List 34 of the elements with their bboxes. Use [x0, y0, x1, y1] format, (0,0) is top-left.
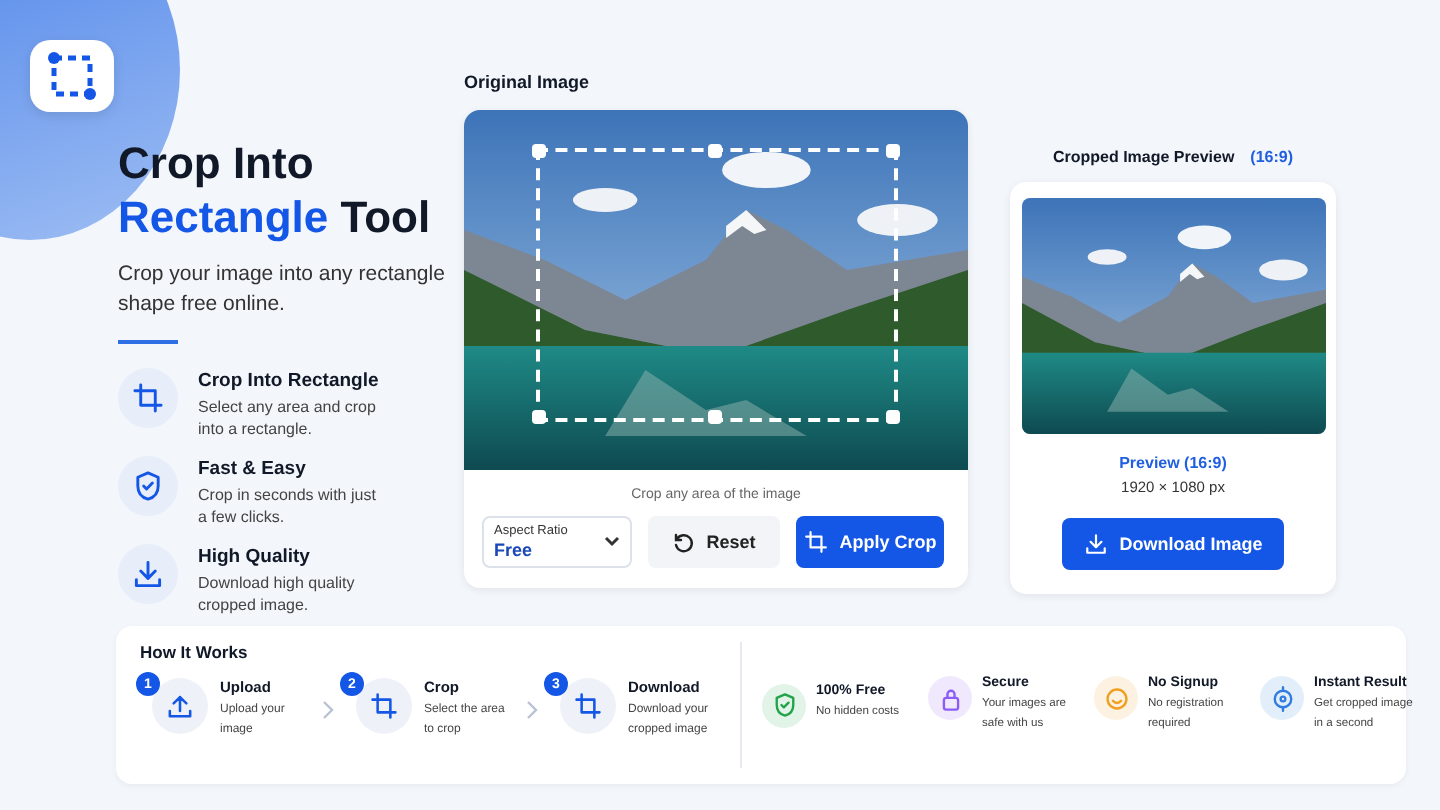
preview-caption: Preview (16:9) [1119, 454, 1227, 472]
smile-icon [1103, 685, 1129, 711]
upload-icon [166, 692, 194, 720]
page-subtitle: Crop your image into any rectangle shape free online. [118, 260, 447, 321]
crop-icon [803, 530, 828, 554]
aspect-ratio-label: (16:9) [1250, 148, 1294, 166]
caret-icon [604, 536, 620, 548]
shield-icon [771, 692, 797, 718]
lock-icon [937, 685, 963, 711]
shield-icon [132, 470, 164, 502]
section-title: How It Works [140, 642, 250, 662]
app-logo [30, 40, 114, 113]
crop-icon [132, 382, 164, 414]
feature-title: Fast & Easy [198, 458, 308, 480]
feature-description: Crop in seconds with just a few clicks. [198, 484, 378, 528]
crop-selection-frame[interactable] [536, 148, 898, 422]
page-title: Crop Into Rectangle Tool [118, 136, 433, 245]
reset-icon [672, 531, 695, 553]
chevron-icon [322, 699, 334, 719]
feature-title: Crop Into Rectangle [198, 370, 381, 392]
section-label: Cropped Image Preview [1052, 148, 1235, 166]
target-icon [1269, 685, 1295, 711]
chevron-icon [526, 699, 538, 719]
feature-description: Select any area and crop into a rectangle. [198, 396, 378, 440]
download-icon [132, 558, 164, 590]
download-button[interactable]: Download Image [1062, 518, 1284, 570]
crop-icon [370, 692, 398, 720]
feature-title: High Quality [198, 546, 312, 568]
feature-description: Download high quality cropped image. [198, 572, 357, 616]
apply-crop-button[interactable]: Apply Crop [796, 516, 944, 568]
reset-button[interactable]: Reset [648, 516, 780, 568]
crop-icon [574, 692, 602, 720]
section-label: Original Image [464, 72, 592, 92]
download-icon [1083, 532, 1108, 556]
